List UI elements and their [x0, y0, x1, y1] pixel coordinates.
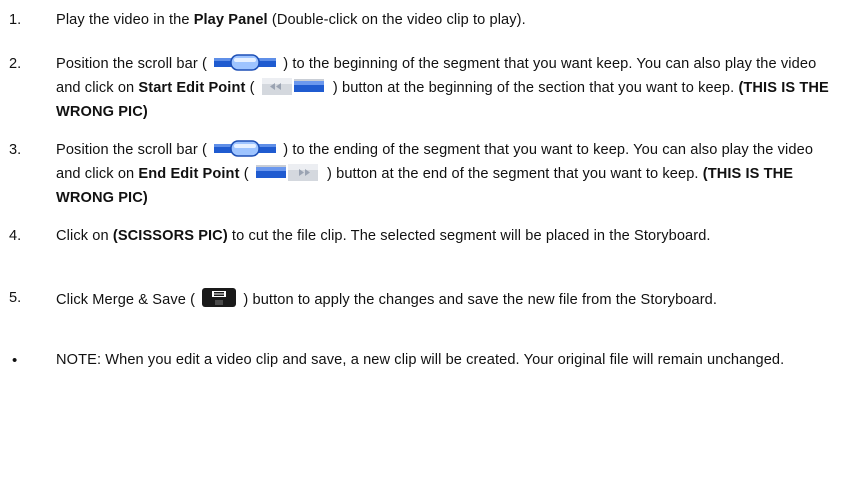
note-bullet: •	[12, 352, 18, 369]
scrollbar-icon	[214, 54, 277, 78]
step-text: Click Merge & Save ( ) button to apply t…	[56, 288, 836, 314]
end-edit-point-icon[interactable]	[255, 164, 320, 188]
document-page: { "steps": [ { "num": "1.", "parts": [ {…	[0, 0, 852, 480]
scrollbar-icon	[214, 140, 277, 164]
step-text: Play the video in the Play Panel (Double…	[56, 12, 526, 28]
step-text: Position the scroll bar ( ) to the endin…	[56, 140, 814, 206]
step-number: 4.	[9, 228, 22, 244]
start-edit-point-icon[interactable]	[261, 78, 326, 102]
step-text: Click on (SCISSORS PIC) to cut the file …	[56, 228, 711, 244]
step-text: Position the scroll bar ( ) to the begin…	[56, 54, 829, 120]
step-number: 3.	[9, 142, 22, 158]
step-number: 2.	[9, 56, 22, 72]
step-number: 5.	[9, 290, 22, 306]
note-text: NOTE: When you edit a video clip and sav…	[56, 352, 785, 368]
step-number: 1.	[9, 12, 22, 28]
save-disk-icon[interactable]	[202, 288, 237, 314]
